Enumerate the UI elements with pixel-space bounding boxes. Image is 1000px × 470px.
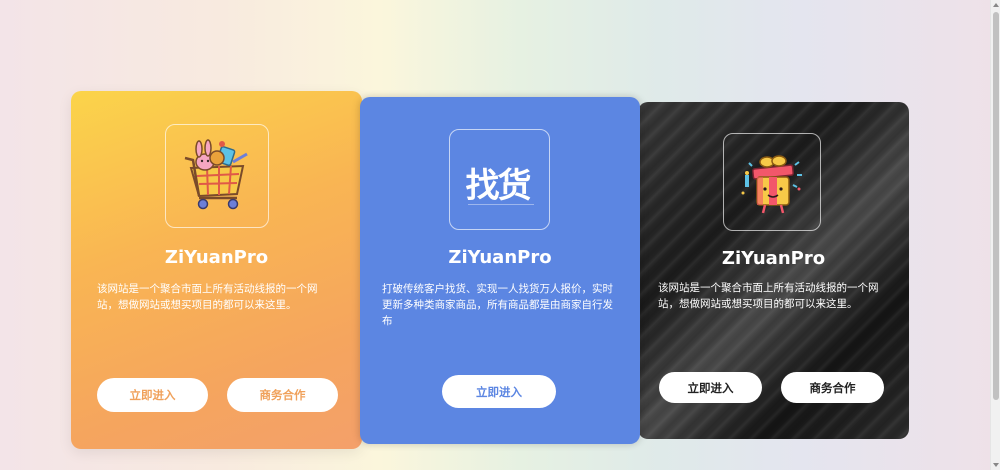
enter-button[interactable]: 立即进入 (442, 375, 556, 408)
card-description: 该网站是一个聚合市面上所有活动线报的一个网站，想做网站或想买项目的都可以来这里。 (97, 283, 318, 311)
business-cooperation-button[interactable]: 商务合作 (227, 378, 338, 412)
enter-button[interactable]: 立即进入 (659, 372, 762, 403)
zhaohuo-logo-icon: 找货 (449, 129, 550, 230)
scrollbar-thumb[interactable] (993, 12, 999, 400)
card-description: 打破传统客户找货、实现一人找货万人报价，实时更新多种类商家商品，所有商品都是由商… (382, 283, 613, 327)
card-title: ZiYuanPro (164, 247, 269, 268)
card-ziyuanpro-3: ZiYuanPro 该网站是一个聚合市面上所有活动线报的一个网站，想做网站或想买… (638, 102, 909, 439)
gift-box-icon (723, 133, 821, 231)
enter-button[interactable]: 立即进入 (97, 378, 208, 412)
shopping-cart-icon (165, 124, 269, 228)
scroll-down-arrow-icon[interactable] (993, 463, 999, 467)
logo-text: 找货 (465, 165, 532, 206)
card-ziyuanpro-1: ZiYuanPro 该网站是一个聚合市面上所有活动线报的一个网站，想做网站或想买… (71, 91, 362, 449)
card-title: ZiYuanPro (448, 247, 552, 268)
card-title: ZiYuanPro (721, 248, 826, 269)
page-scrollbar[interactable] (990, 0, 1000, 470)
business-cooperation-button[interactable]: 商务合作 (781, 372, 884, 403)
scroll-up-arrow-icon[interactable] (993, 3, 999, 7)
card-ziyuanpro-2: 找货 ZiYuanPro 打破传统客户找货、实现一人找货万人报价，实时更新多种类… (360, 97, 640, 444)
card-description: 该网站是一个聚合市面上所有活动线报的一个网站，想做网站或想买项目的都可以来这里。 (658, 282, 879, 310)
